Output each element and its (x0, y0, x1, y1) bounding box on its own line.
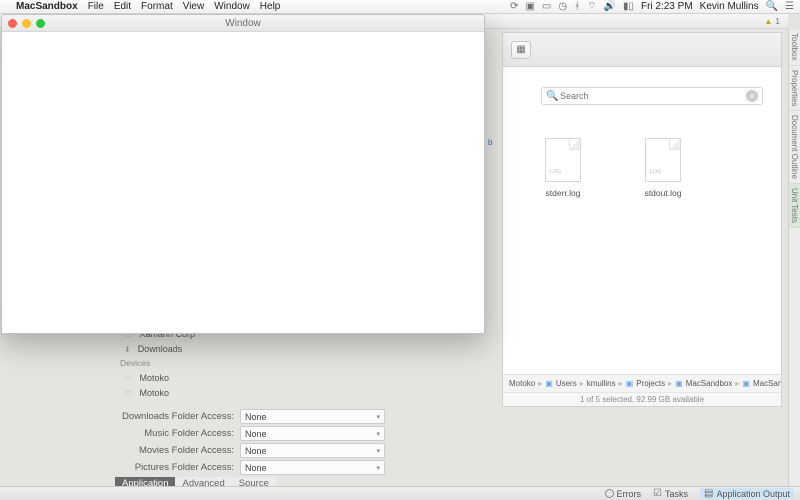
timemachine-icon[interactable]: ◷ (558, 1, 567, 12)
menu-app[interactable]: MacSandbox (16, 1, 78, 12)
finder-view-button[interactable]: ▦ (511, 41, 531, 59)
macos-menubar: MacSandbox File Edit Format View Window … (0, 0, 800, 14)
prop-select-pictures[interactable]: None▾ (240, 460, 385, 475)
file-label: stderr.log (533, 188, 593, 198)
clear-search-icon[interactable]: ✕ (746, 90, 758, 102)
file-label: stdout.log (633, 188, 693, 198)
finder-window: ▦ 🔍 ✕ LOG stderr.log LOG stdout.log Moto… (502, 32, 782, 407)
tasks-icon: ☑ (653, 488, 662, 499)
path-seg: Projects (626, 379, 665, 388)
menu-format[interactable]: Format (141, 1, 173, 12)
ide-right-sidebar: Toolbox Properties Document Outline Unit… (788, 29, 800, 486)
right-tab-unit-tests[interactable]: Unit Tests (789, 184, 800, 228)
bottom-tab-errors[interactable]: Errors (605, 489, 642, 499)
battery-icon[interactable]: ▮▯ (623, 1, 634, 12)
search-icon: 🔍 (546, 91, 558, 102)
ide-bottom-bar: Errors ☑Tasks ▤Application Output (0, 486, 800, 500)
errors-icon (605, 489, 614, 498)
path-seg: MacSandbox (675, 379, 732, 388)
window-traffic-lights (8, 19, 45, 28)
menubar-status-area: ⟳ ▣ ▭ ◷ ᚼ ⌔ 🔊 ▮▯ Fri 2:23 PM Kevin Mulli… (510, 0, 794, 13)
bluetooth-icon[interactable]: ᚼ (574, 1, 580, 12)
app-window: Window (1, 14, 485, 334)
menubar-clock[interactable]: Fri 2:23 PM (641, 1, 693, 12)
file-stderr-log[interactable]: LOG stderr.log (533, 138, 593, 354)
notification-count: 1 (775, 16, 780, 26)
path-seg: Motoko (509, 379, 535, 388)
app-window-titlebar[interactable]: Window (2, 15, 484, 32)
tree-device-motoko-1[interactable]: Motoko (118, 370, 210, 385)
menu-file[interactable]: File (88, 1, 104, 12)
app-window-title: Window (225, 18, 261, 29)
right-tab-toolbox[interactable]: Toolbox (789, 29, 800, 66)
spotlight-icon[interactable]: 🔍 (766, 1, 778, 12)
prop-select-movies[interactable]: None▾ (240, 443, 385, 458)
menu-window[interactable]: Window (214, 1, 250, 12)
path-seg: kmullins (587, 379, 616, 388)
tree-device-motoko-2[interactable]: Motoko (118, 385, 210, 400)
notification-center-icon[interactable]: ☰ (785, 1, 794, 12)
menubar-user[interactable]: Kevin Mullins (700, 1, 759, 12)
bottom-tab-application-output[interactable]: ▤Application Output (700, 488, 794, 499)
background-text-fragment: b (488, 138, 492, 147)
file-stdout-log[interactable]: LOG stdout.log (633, 138, 693, 354)
chevron-down-icon: ▾ (376, 413, 380, 421)
chevron-down-icon: ▾ (376, 447, 380, 455)
prop-select-music[interactable]: None▾ (240, 426, 385, 441)
sync-icon[interactable]: ⟳ (510, 1, 518, 12)
finder-search-field[interactable]: 🔍 ✕ (541, 87, 763, 105)
finder-path-bar[interactable]: Motoko▸ Users▸ kmullins▸ Projects▸ MacSa… (503, 374, 781, 392)
right-tab-document-outline[interactable]: Document Outline (789, 111, 800, 184)
output-icon: ▤ (704, 488, 713, 499)
ide-notification-badge[interactable]: ▲ 1 (764, 16, 780, 26)
display-icon[interactable]: ▭ (542, 1, 551, 12)
prop-row-downloads: Downloads Folder Access: None▾ (115, 408, 395, 425)
path-seg: MacSandbox (742, 379, 781, 388)
finder-file-grid: LOG stderr.log LOG stdout.log (503, 118, 781, 374)
tree-section-devices: Devices (118, 356, 210, 370)
finder-status-bar: 1 of 5 selected, 92.99 GB available (503, 392, 781, 406)
finder-toolbar: ▦ (503, 33, 781, 67)
project-options-panel: Downloads Folder Access: None▾ Music Fol… (115, 408, 395, 476)
close-icon[interactable] (8, 19, 17, 28)
finder-search-input[interactable] (560, 91, 744, 101)
menu-help[interactable]: Help (260, 1, 281, 12)
chevron-down-icon: ▾ (376, 430, 380, 438)
prop-select-downloads[interactable]: None▾ (240, 409, 385, 424)
right-tab-properties[interactable]: Properties (789, 66, 800, 111)
zoom-icon[interactable] (36, 19, 45, 28)
path-seg: Users (545, 379, 576, 388)
menu-edit[interactable]: Edit (114, 1, 131, 12)
wifi-icon[interactable]: ⌔ (587, 0, 596, 13)
menu-view[interactable]: View (183, 1, 205, 12)
bottom-tab-tasks[interactable]: ☑Tasks (653, 488, 688, 499)
prop-row-movies: Movies Folder Access: None▾ (115, 442, 395, 459)
file-icon: LOG (545, 138, 581, 182)
volume-icon[interactable]: 🔊 (604, 1, 616, 12)
warning-icon: ▲ (764, 17, 772, 26)
chevron-down-icon: ▾ (376, 464, 380, 472)
prop-row-music: Music Folder Access: None▾ (115, 425, 395, 442)
minimize-icon[interactable] (22, 19, 31, 28)
solution-tree-fragment: Xamarin Corp Downloads Devices Motoko Mo… (118, 326, 210, 400)
tree-item-downloads[interactable]: Downloads (118, 341, 210, 356)
dropbox-icon[interactable]: ▣ (525, 1, 534, 12)
prop-row-pictures: Pictures Folder Access: None▾ (115, 459, 395, 476)
file-icon: LOG (645, 138, 681, 182)
